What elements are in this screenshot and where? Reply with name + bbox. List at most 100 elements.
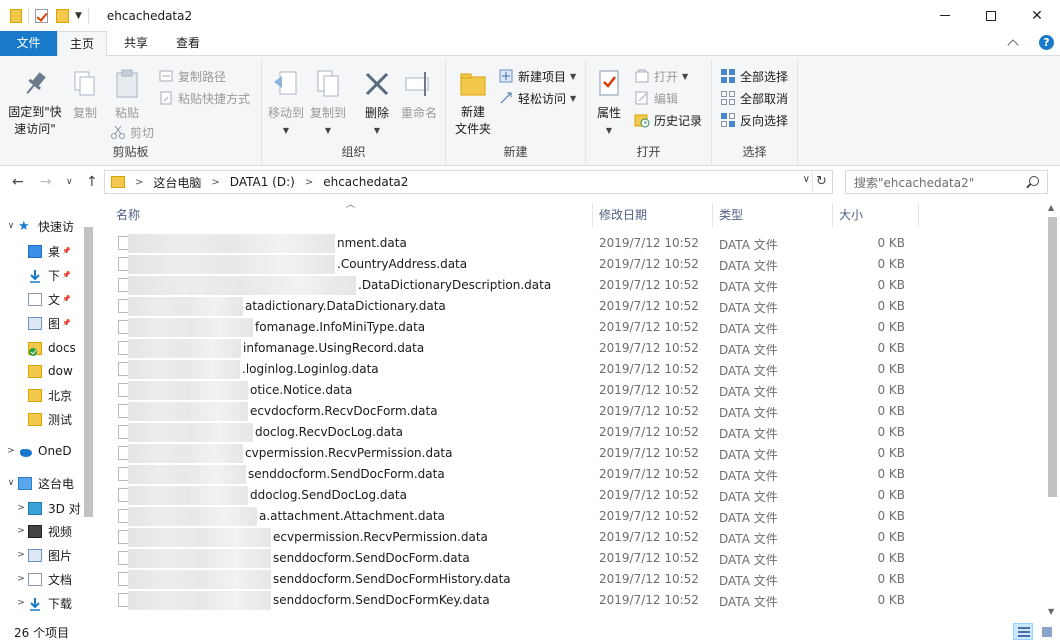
file-row[interactable]: .DataDictionaryDescription.data 2019/7/12… [100,275,1045,296]
new-folder-quick-icon[interactable] [56,8,69,23]
file-row[interactable]: cvpermission.RecvPermission.data 2019/7/1… [100,443,1045,464]
file-row[interactable]: senddocform.SendDocFormKey.data 2019/7/12… [100,590,1045,611]
column-header-date[interactable]: 修改日期 [599,199,709,229]
expand-chevron-icon[interactable]: ∨ [4,221,18,231]
expand-chevron-icon[interactable]: ∨ [4,478,18,488]
expand-chevron-icon[interactable]: > [14,550,28,560]
pin-to-quick-access-button[interactable]: 固定到"快 速访问" [6,68,64,138]
expand-chevron-icon[interactable]: > [14,574,28,584]
cut-button[interactable]: 剪切 [110,122,154,142]
breadcrumb-separator[interactable]: > [211,177,219,188]
breadcrumb-separator[interactable]: > [135,177,143,188]
file-modified-date: 2019/7/12 10:52 [599,320,699,334]
close-button[interactable]: ✕ [1014,0,1060,31]
file-row[interactable]: senddocform.SendDocFormHistory.data 2019/… [100,569,1045,590]
tab-home[interactable]: 主页 [57,31,107,57]
history-button[interactable]: 历史记录 [634,110,702,130]
properties-button[interactable]: 属性 ▼ [592,68,626,140]
properties-quick-icon[interactable] [35,8,48,23]
nav-item-label: 3D 对 [48,501,81,516]
file-row[interactable]: .CountryAddress.data 2019/7/12 10:52 DATA … [100,254,1045,275]
new-folder-button[interactable]: 新建 文件夹 [452,68,494,138]
address-dropdown[interactable]: ∨ [803,174,810,185]
file-row[interactable]: otice.Notice.data 2019/7/12 10:52 DATA 文件 0… [100,380,1045,401]
column-header-size[interactable]: 大小 [839,199,919,229]
cloud-icon [18,445,32,458]
copy-button[interactable]: 复制 [68,68,102,122]
up-button[interactable]: ↑ [86,174,98,190]
redacted-region [128,255,335,274]
address-bar[interactable]: > 这台电脑 > DATA1 (D:) > ehcachedata2 ∨ ↻ [104,170,833,194]
file-row[interactable]: ecvpermission.RecvPermission.data 2019/7/… [100,527,1045,548]
paste-shortcut-button[interactable]: 粘贴快捷方式 [158,88,250,108]
search-input[interactable]: 搜索"ehcachedata2" [845,170,1048,194]
file-list-scrollbar[interactable]: ▲ ▼ [1045,199,1060,620]
new-item-button[interactable]: 新建项目 ▼ [498,66,576,86]
breadcrumb-data1-drive[interactable]: DATA1 (D:) [230,175,295,189]
file-row[interactable]: senddocform.SendDocForm.data 2019/7/12 10… [100,548,1045,569]
refresh-button[interactable]: ↻ [812,172,830,192]
scroll-down-arrow[interactable]: ▼ [1048,607,1054,616]
help-icon[interactable]: ? [1039,35,1054,50]
column-divider[interactable] [832,203,833,227]
open-group-label: 打开 [636,145,661,159]
scroll-up-arrow[interactable]: ▲ [1048,203,1054,212]
scrollbar-thumb[interactable] [84,227,93,517]
tab-view[interactable]: 查看 [165,31,211,56]
select-none-button[interactable]: 全部取消 [720,88,788,108]
minimize-button[interactable] [922,0,968,31]
file-row[interactable]: atadictionary.DataDictionary.data 2019/7/… [100,296,1045,317]
expand-chevron-icon[interactable]: > [14,526,28,536]
quick-access-toolbar-dropdown[interactable]: ▼ [75,11,82,21]
file-row[interactable]: a.attachment.Attachment.data 2019/7/12 10… [100,506,1045,527]
copy-to-button[interactable]: 复制到 ▼ [308,68,348,140]
breadcrumb-current-folder[interactable]: ehcachedata2 [323,175,408,189]
column-header-name[interactable]: 名称 [116,199,592,229]
select-all-button[interactable]: 全部选择 [720,66,788,86]
file-row[interactable]: ecvdocform.RecvDocForm.data 2019/7/12 10:… [100,401,1045,422]
file-type: DATA 文件 [719,553,778,567]
expand-chevron-icon[interactable]: > [4,446,18,456]
forward-button[interactable]: → [40,174,52,190]
open-button[interactable]: 打开 ▼ [634,66,688,86]
tab-share[interactable]: 共享 [113,31,159,56]
expand-chevron-icon[interactable]: > [14,598,28,608]
column-header-type[interactable]: 类型 [719,199,829,229]
nav-item-label: 文档 [48,572,73,587]
tab-file[interactable]: 文件 [0,31,57,56]
large-icons-view-button[interactable] [1036,623,1056,640]
column-divider[interactable] [918,203,919,227]
picture-icon [28,548,42,562]
move-to-button[interactable]: 移动到 ▼ [266,68,306,140]
navigation-pane-scrollbar[interactable] [81,215,95,618]
paste-icon [111,68,143,100]
file-row[interactable]: senddocform.SendDocForm.data 2019/7/12 10… [100,464,1045,485]
column-divider[interactable] [712,203,713,227]
file-row[interactable]: doclog.RecvDocLog.data 2019/7/12 10:52 DAT… [100,422,1045,443]
expand-chevron-icon[interactable]: > [14,503,28,513]
collapse-ribbon-icon[interactable] [1007,39,1019,51]
column-divider[interactable] [592,203,593,227]
file-row[interactable]: nment.data 2019/7/12 10:52 DATA 文件 0 KB [100,233,1045,254]
copy-path-button[interactable]: 复制路径 [158,66,226,86]
back-button[interactable]: ← [12,174,24,190]
maximize-button[interactable] [968,0,1014,31]
scrollbar-thumb[interactable] [1048,217,1057,497]
details-view-button[interactable] [1013,623,1033,640]
edit-button[interactable]: 编辑 [634,88,678,108]
rename-button[interactable]: 重命名 [398,68,440,122]
file-row[interactable]: infomanage.UsingRecord.data 2019/7/12 10:… [100,338,1045,359]
file-row[interactable]: .loginlog.Loginlog.data 2019/7/12 10:52 DA… [100,359,1045,380]
file-modified-date: 2019/7/12 10:52 [599,488,699,502]
easy-access-button[interactable]: 轻松访问 ▼ [498,88,576,108]
file-row[interactable]: ddoclog.SendDocLog.data 2019/7/12 10:52 DA… [100,485,1045,506]
invert-selection-button[interactable]: 反向选择 [720,110,788,130]
file-row[interactable]: fomanage.InfoMiniType.data 2019/7/12 10:5… [100,317,1045,338]
recent-locations-dropdown[interactable]: ∨ [66,177,73,187]
breadcrumb-separator[interactable]: > [305,177,313,188]
paste-button[interactable]: 粘贴 [108,68,146,122]
delete-button[interactable]: 删除 ▼ [360,68,394,140]
invert-selection-icon [720,112,736,128]
edit-label: 编辑 [654,91,679,106]
breadcrumb-this-pc[interactable]: 这台电脑 [153,174,201,191]
